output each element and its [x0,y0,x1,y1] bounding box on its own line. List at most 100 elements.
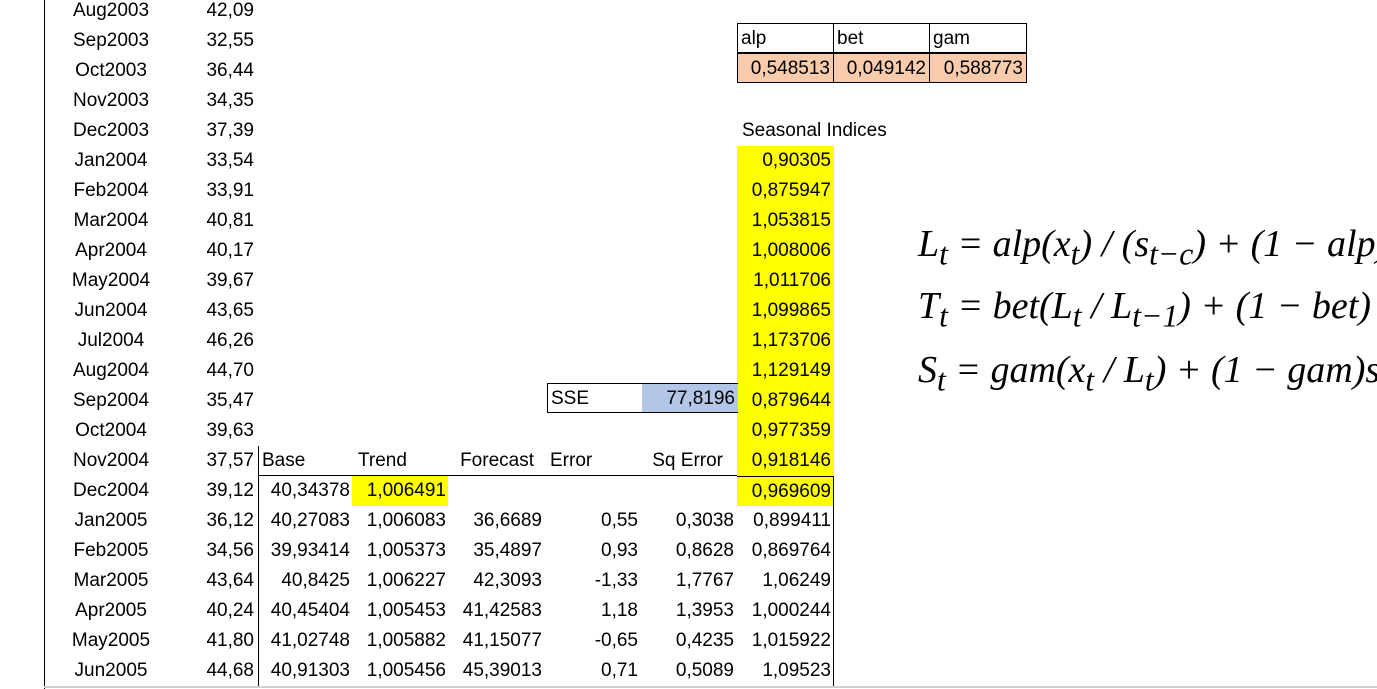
base-cell[interactable]: 40,8425 [258,566,352,596]
value-cell[interactable]: 39,67 [170,266,256,296]
trend-cell[interactable]: 1,005882 [352,626,448,656]
forecast-cell[interactable]: 45,39013 [448,656,544,686]
date-cell[interactable]: Jan2004 [52,146,170,176]
forecast-cell[interactable]: 41,42583 [448,596,544,626]
seasonal-index-cell[interactable]: 1,000244 [737,596,834,626]
date-cell[interactable]: Aug2003 [52,0,170,26]
seasonal-index-cell[interactable]: 0,969609 [737,476,834,506]
date-cell[interactable]: May2004 [52,266,170,296]
forecast-cell[interactable]: 35,4897 [448,536,544,566]
value-cell[interactable]: 40,17 [170,236,256,266]
seasonal-index-cell[interactable]: 0,875947 [737,176,834,206]
error-cell[interactable]: 0,71 [544,656,640,686]
date-cell[interactable]: Nov2004 [52,446,170,476]
seasonal-index-cell[interactable]: 1,129149 [737,356,834,386]
error-cell[interactable]: -0,65 [544,626,640,656]
date-cell[interactable]: Jul2004 [52,326,170,356]
date-cell[interactable]: Aug2004 [52,356,170,386]
error-cell[interactable]: 0,55 [544,506,640,536]
value-cell[interactable]: 42,09 [170,0,256,26]
seasonal-index-cell[interactable]: 1,053815 [737,206,834,236]
value-cell[interactable]: 36,12 [170,506,256,536]
date-cell[interactable]: Dec2004 [52,476,170,506]
value-cell[interactable]: 46,26 [170,326,256,356]
seasonal-index-cell[interactable]: 1,09523 [737,656,834,686]
date-cell[interactable]: Sep2004 [52,386,170,416]
seasonal-index-cell[interactable]: 1,015922 [737,626,834,656]
trend-cell[interactable]: 1,006227 [352,566,448,596]
value-cell[interactable]: 33,54 [170,146,256,176]
value-cell[interactable]: 35,47 [170,386,256,416]
seasonal-index-cell[interactable]: 0,90305 [737,146,834,176]
param-value-bet[interactable]: 0,049142 [833,53,930,83]
date-cell[interactable]: Apr2005 [52,596,170,626]
sq-error-cell[interactable]: 0,4235 [640,626,736,656]
param-value-gam[interactable]: 0,588773 [929,53,1027,83]
param-header-alp[interactable]: alp [737,23,834,53]
value-cell[interactable]: 39,63 [170,416,256,446]
date-cell[interactable]: Apr2004 [52,236,170,266]
value-cell[interactable]: 41,80 [170,626,256,656]
forecast-cell[interactable]: 41,15077 [448,626,544,656]
value-cell[interactable]: 44,70 [170,356,256,386]
value-cell[interactable]: 34,56 [170,536,256,566]
sse-value[interactable]: 77,8196 [642,383,738,413]
trend-cell[interactable]: 1,005453 [352,596,448,626]
date-cell[interactable]: Feb2004 [52,176,170,206]
header-error[interactable]: Error [544,446,640,476]
param-header-gam[interactable]: gam [929,23,1027,53]
value-cell[interactable]: 33,91 [170,176,256,206]
value-cell[interactable]: 43,65 [170,296,256,326]
seasonal-index-cell[interactable]: 1,008006 [737,236,834,266]
error-cell[interactable]: 0,93 [544,536,640,566]
base-cell[interactable]: 41,02748 [258,626,352,656]
seasonal-index-cell[interactable]: 0,918146 [737,446,834,476]
date-cell[interactable]: May2005 [52,626,170,656]
base-cell[interactable]: 40,91303 [258,656,352,686]
forecast-cell[interactable]: 36,6689 [448,506,544,536]
param-header-bet[interactable]: bet [833,23,930,53]
date-cell[interactable]: Feb2005 [52,536,170,566]
date-cell[interactable]: Oct2003 [52,56,170,86]
value-cell[interactable]: 39,12 [170,476,256,506]
seasonal-index-cell[interactable]: 1,173706 [737,326,834,356]
date-cell[interactable]: Mar2005 [52,566,170,596]
header-forecast[interactable]: Forecast [448,446,544,476]
trend-cell[interactable]: 1,005373 [352,536,448,566]
seasonal-index-cell[interactable]: 0,899411 [737,506,834,536]
date-cell[interactable]: Sep2003 [52,26,170,56]
value-cell[interactable]: 32,55 [170,26,256,56]
seasonal-index-cell[interactable]: 1,099865 [737,296,834,326]
base-cell[interactable]: 40,27083 [258,506,352,536]
value-cell[interactable]: 37,39 [170,116,256,146]
date-cell[interactable]: Dec2003 [52,116,170,146]
date-cell[interactable]: Jun2005 [52,656,170,686]
value-cell[interactable]: 34,35 [170,86,256,116]
error-cell[interactable]: -1,33 [544,566,640,596]
trend-cell[interactable]: 1,005456 [352,656,448,686]
seasonal-index-cell[interactable]: 0,869764 [737,536,834,566]
base-cell[interactable]: 39,93414 [258,536,352,566]
header-sq-error[interactable]: Sq Error [640,446,737,476]
seasonal-index-cell[interactable]: 1,06249 [737,566,834,596]
sq-error-cell[interactable]: 0,3038 [640,506,736,536]
seasonal-index-cell[interactable]: 0,977359 [737,416,834,446]
date-cell[interactable]: Jan2005 [52,506,170,536]
sq-error-cell[interactable]: 0,8628 [640,536,736,566]
seasonal-index-cell[interactable]: 1,011706 [737,266,834,296]
value-cell[interactable]: 43,64 [170,566,256,596]
value-cell[interactable]: 44,68 [170,656,256,686]
value-cell[interactable]: 40,81 [170,206,256,236]
header-trend[interactable]: Trend [352,446,448,476]
sq-error-cell[interactable]: 0,5089 [640,656,736,686]
sq-error-cell[interactable]: 1,7767 [640,566,736,596]
param-value-alp[interactable]: 0,548513 [737,53,834,83]
seasonal-index-cell[interactable]: 0,879644 [737,386,834,416]
value-cell[interactable]: 36,44 [170,56,256,86]
date-cell[interactable]: Oct2004 [52,416,170,446]
base-cell[interactable]: 40,45404 [258,596,352,626]
date-cell[interactable]: Jun2004 [52,296,170,326]
date-cell[interactable]: Nov2003 [52,86,170,116]
error-cell[interactable]: 1,18 [544,596,640,626]
value-cell[interactable]: 40,24 [170,596,256,626]
